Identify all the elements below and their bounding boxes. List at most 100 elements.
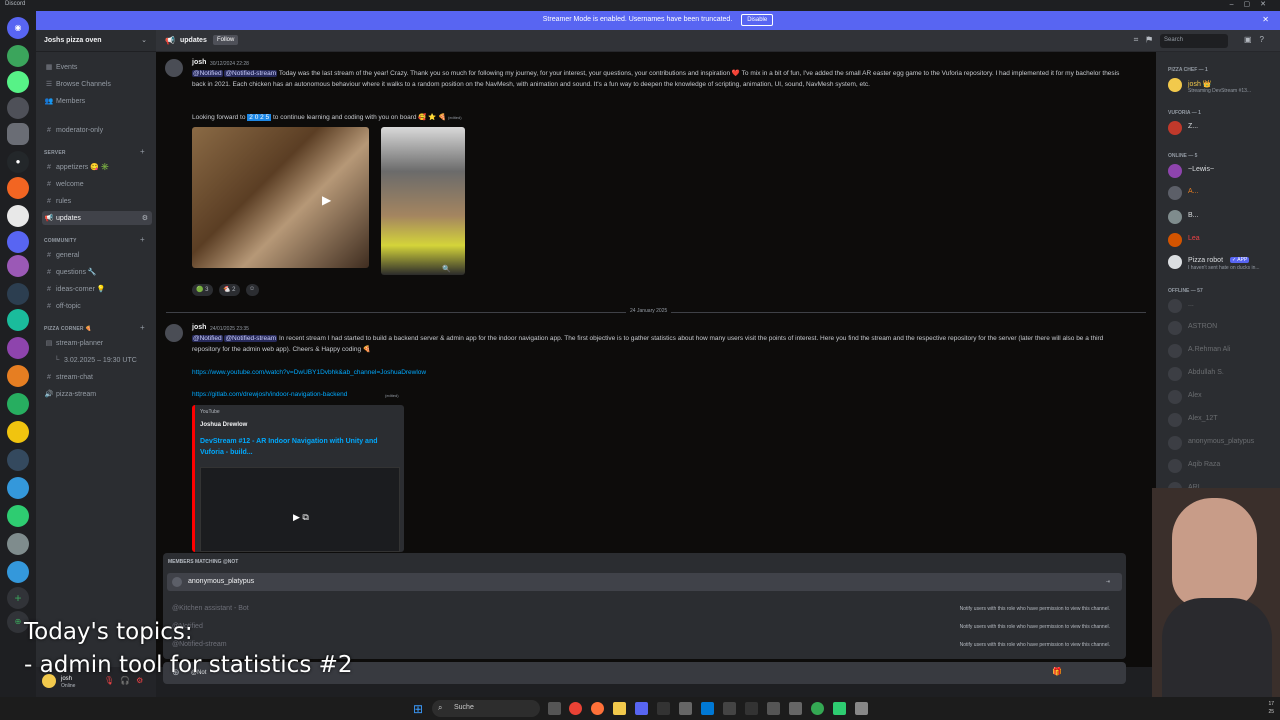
- window-controls[interactable]: –▢✕: [1230, 0, 1276, 8]
- reaction[interactable]: 🐔 2: [219, 284, 240, 296]
- server-icon[interactable]: [7, 71, 29, 93]
- sidebar-item-members[interactable]: 👥 Members: [42, 94, 152, 108]
- server-icon[interactable]: [7, 45, 29, 67]
- thread-stream-date[interactable]: └ 3.02.2025 – 19:30 UTC: [50, 353, 160, 367]
- channel-pizza-stream[interactable]: 🔊 pizza-stream: [42, 387, 152, 401]
- channel-questions[interactable]: # questions 🔧: [42, 265, 152, 279]
- channel-updates[interactable]: 📢 updates ⚙: [42, 211, 152, 225]
- server-icon[interactable]: [7, 309, 29, 331]
- sidebar-item-events[interactable]: ▦ Events: [42, 60, 152, 74]
- channel-rules[interactable]: # rules: [42, 194, 152, 208]
- avatar[interactable]: [165, 59, 183, 77]
- server-icon[interactable]: [7, 533, 29, 555]
- member-item[interactable]: Lea: [1168, 232, 1278, 248]
- category-server[interactable]: SERVER: [44, 150, 66, 156]
- member-item[interactable]: ...: [1168, 298, 1278, 314]
- server-icon[interactable]: [7, 561, 29, 583]
- server-icon[interactable]: [7, 393, 29, 415]
- embed-title[interactable]: DevStream #12 - AR Indoor Navigation wit…: [200, 436, 395, 458]
- windows-start-icon[interactable]: ⊞: [413, 702, 423, 716]
- file-explorer-icon[interactable]: [613, 702, 626, 715]
- app-icon[interactable]: [767, 702, 780, 715]
- firefox-icon[interactable]: [591, 702, 604, 715]
- member-item[interactable]: A.Rehman Ali: [1168, 343, 1278, 359]
- reaction[interactable]: 🟢 3: [192, 284, 213, 296]
- mention[interactable]: @Notified-stream: [224, 335, 278, 342]
- mention[interactable]: @Notified: [192, 70, 223, 77]
- message-author[interactable]: josh: [192, 59, 206, 66]
- channel-off-topic[interactable]: # off-topic: [42, 299, 152, 313]
- channel-stream-chat[interactable]: # stream-chat: [42, 370, 152, 384]
- member-item[interactable]: Aqib Raza: [1168, 458, 1278, 474]
- server-icon[interactable]: [7, 421, 29, 443]
- task-view-icon[interactable]: [548, 702, 561, 715]
- follow-button[interactable]: Follow: [213, 35, 239, 45]
- member-item[interactable]: anonymous_platypus: [1168, 435, 1278, 451]
- close-icon[interactable]: ✕: [1262, 15, 1269, 24]
- member-item[interactable]: ASTRON: [1168, 320, 1278, 336]
- image-attachment[interactable]: 🔍: [381, 127, 465, 275]
- member-item[interactable]: A...: [1168, 185, 1278, 201]
- app-icon[interactable]: [679, 702, 692, 715]
- server-icon[interactable]: [7, 365, 29, 387]
- member-item[interactable]: josh 👑 Streaming DevStream #13...: [1168, 77, 1278, 94]
- app-icon[interactable]: [855, 702, 868, 715]
- autocomplete-option[interactable]: anonymous_platypus ⇥: [167, 573, 1122, 591]
- server-icon[interactable]: [7, 337, 29, 359]
- member-item[interactable]: B...: [1168, 209, 1278, 225]
- server-icon[interactable]: [7, 255, 29, 277]
- channel-general[interactable]: # general: [42, 248, 152, 262]
- add-server-icon[interactable]: +: [7, 587, 29, 609]
- channel-settings-icon[interactable]: ⚙: [142, 214, 148, 222]
- embed-video-thumbnail[interactable]: ▶ ⧉: [200, 467, 400, 552]
- obs-icon[interactable]: [657, 702, 670, 715]
- channel-ideas-corner[interactable]: # ideas-corner 💡: [42, 282, 152, 296]
- member-item[interactable]: Alex_12T: [1168, 412, 1278, 428]
- category-pizza-corner[interactable]: PIZZA CORNER 🍕: [44, 326, 92, 332]
- system-clock[interactable]: 17 25: [1268, 700, 1274, 716]
- server-icon[interactable]: [7, 177, 29, 199]
- app-icon[interactable]: [789, 702, 802, 715]
- inbox-help-icons[interactable]: ▣?: [1244, 35, 1272, 44]
- unity-icon[interactable]: [723, 702, 736, 715]
- vscode-icon[interactable]: [701, 702, 714, 715]
- member-item[interactable]: ~Lewis~: [1168, 163, 1278, 179]
- channel-stream-planner[interactable]: ▤ stream-planner: [42, 336, 152, 350]
- server-icon-active[interactable]: [7, 123, 29, 145]
- message-author[interactable]: josh: [192, 324, 206, 331]
- member-item[interactable]: Z...: [1168, 120, 1278, 136]
- member-item[interactable]: Pizza robot ✓ APP I haven't sent hate on…: [1168, 254, 1278, 271]
- server-icon[interactable]: [7, 231, 29, 253]
- gift-icon[interactable]: 🎁: [1052, 667, 1062, 676]
- terminal-icon[interactable]: [745, 702, 758, 715]
- search-input[interactable]: Search: [1160, 34, 1228, 48]
- server-icon[interactable]: [7, 477, 29, 499]
- server-icon[interactable]: ●: [7, 151, 29, 173]
- category-community[interactable]: COMMUNITY: [44, 238, 77, 244]
- discord-home-icon[interactable]: ◉: [7, 17, 29, 39]
- member-item[interactable]: Abdullah S.: [1168, 366, 1278, 382]
- chrome-icon[interactable]: [569, 702, 582, 715]
- sidebar-item-browse-channels[interactable]: ☰ Browse Channels: [42, 77, 152, 91]
- guild-header[interactable]: Joshs pizza oven ⌄: [36, 30, 156, 52]
- play-icon[interactable]: ▶: [322, 193, 331, 207]
- mention[interactable]: @Notified-stream: [224, 70, 278, 77]
- server-icon[interactable]: [7, 505, 29, 527]
- youtube-link[interactable]: https://www.youtube.com/watch?v=DwUBY1Dv…: [192, 369, 426, 376]
- app-icon[interactable]: [811, 702, 824, 715]
- video-thumbnail[interactable]: ▶: [192, 127, 369, 268]
- member-item[interactable]: Alex: [1168, 389, 1278, 405]
- taskbar-search[interactable]: ⌕ Suche: [432, 700, 540, 717]
- server-icon[interactable]: [7, 205, 29, 227]
- zoom-icon[interactable]: 🔍: [442, 265, 451, 273]
- server-icon[interactable]: [7, 449, 29, 471]
- avatar[interactable]: [165, 324, 183, 342]
- channel-appetizers[interactable]: # appetizers 😋 ✳️: [42, 160, 152, 174]
- disable-streamer-button[interactable]: Disable: [741, 14, 774, 26]
- play-icon[interactable]: ▶ ⧉: [293, 512, 309, 523]
- channel-moderator-only[interactable]: # moderator-only: [42, 123, 152, 137]
- app-icon[interactable]: [833, 702, 846, 715]
- server-icon[interactable]: [7, 97, 29, 119]
- embed-author[interactable]: Joshua Drewlow: [200, 422, 247, 428]
- server-icon[interactable]: [7, 283, 29, 305]
